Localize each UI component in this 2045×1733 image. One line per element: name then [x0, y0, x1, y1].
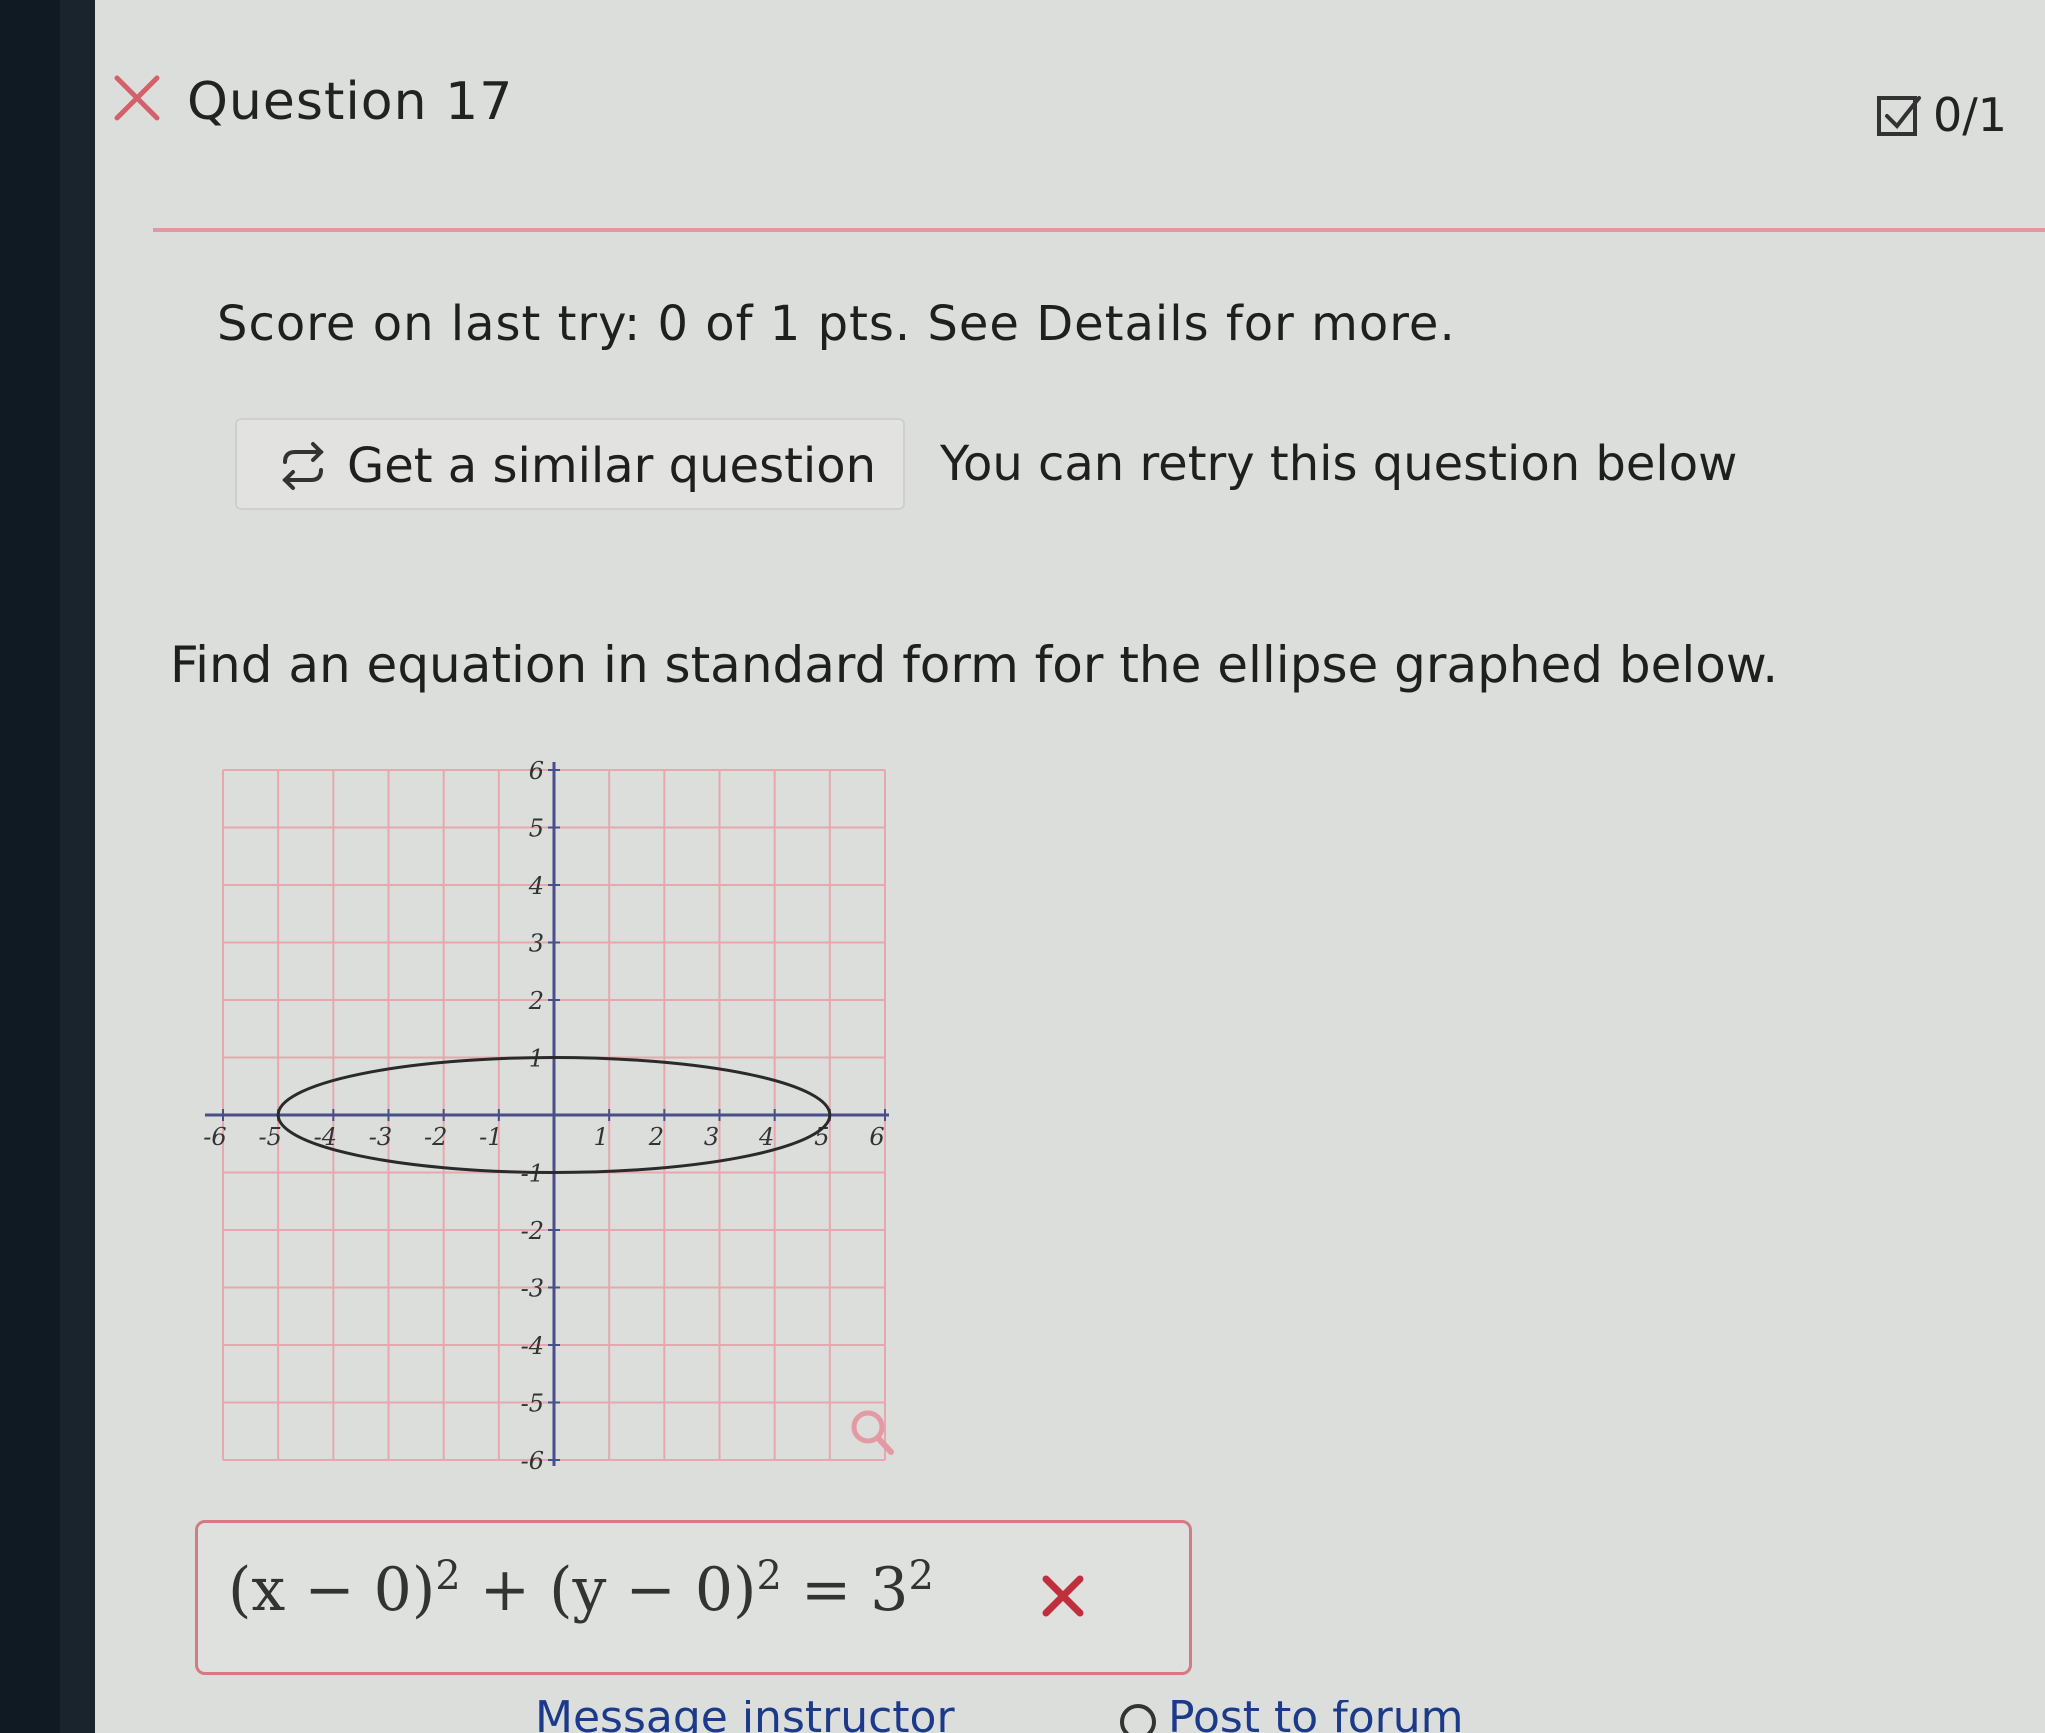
header-divider	[153, 228, 2045, 232]
question-page: Question 17 0/1 Score on last try: 0 of …	[95, 0, 2045, 1733]
x-tick-label: 4	[758, 1123, 774, 1151]
x-tick-label: 3	[704, 1123, 719, 1151]
get-similar-question-button[interactable]: Get a similar question	[235, 418, 905, 510]
answer-part: + (y − 0)	[460, 1555, 757, 1625]
checkbox-icon	[1877, 96, 1921, 136]
ellipse-graph: -6 -5 -4 -3 -2 -1 1 2 3 4 5 6654321-1-2-3-4-5-6	[203, 757, 894, 1475]
forum-icon	[1120, 1704, 1156, 1733]
incorrect-x-icon	[1042, 1575, 1084, 1617]
y-tick-label: 2	[528, 987, 544, 1015]
y-tick-label: 3	[529, 930, 544, 958]
question-score: 0/1	[1875, 88, 2025, 148]
y-tick-label: -2	[521, 1217, 544, 1245]
x-tick-label: -5	[258, 1123, 281, 1151]
x-tick-label: -2	[424, 1123, 447, 1151]
incorrect-x-icon	[114, 75, 160, 121]
answer-part: (x − 0)	[228, 1555, 436, 1625]
y-tick-label: -5	[521, 1390, 544, 1418]
post-to-forum-link[interactable]: Post to forum	[1168, 1700, 1463, 1733]
refresh-icon	[282, 442, 324, 490]
answer-exponent: 2	[435, 1553, 461, 1599]
x-tick-label: 2	[648, 1123, 664, 1151]
y-tick-label: -6	[521, 1447, 544, 1475]
y-tick-label: 4	[528, 872, 544, 900]
screen-edge	[60, 0, 100, 1733]
question-actions: Message instructor Post to forum	[535, 1700, 1635, 1733]
question-prompt: Find an equation in standard form for th…	[170, 636, 1779, 694]
answer-part: = 3	[781, 1555, 909, 1625]
x-tick-label: 1	[594, 1123, 609, 1151]
last-try-score: Score on last try: 0 of 1 pts. See Detai…	[217, 296, 1456, 352]
message-instructor-link[interactable]: Message instructor	[535, 1700, 955, 1733]
answer-exponent: 2	[908, 1553, 934, 1599]
similar-question-label: Get a similar question	[347, 438, 877, 494]
answer-exponent: 2	[756, 1553, 782, 1599]
y-tick-label: 5	[529, 815, 544, 843]
x-tick-label: -3	[369, 1123, 392, 1151]
x-tick-label: -1	[479, 1123, 502, 1151]
score-value: 0/1	[1933, 88, 2008, 142]
question-title: Question 17	[187, 72, 514, 132]
retry-hint: You can retry this question below	[940, 436, 1738, 492]
y-tick-label: -3	[521, 1275, 544, 1303]
answer-input[interactable]: (x − 0)2 + (y − 0)2 = 32	[195, 1520, 1192, 1675]
x-tick-label: -6	[203, 1123, 226, 1151]
y-tick-label: -4	[521, 1332, 544, 1360]
y-tick-label: 6	[529, 757, 544, 785]
question-header: Question 17 0/1	[95, 40, 2045, 175]
answer-expression: (x − 0)2 + (y − 0)2 = 32	[228, 1553, 934, 1625]
graph-axes	[205, 762, 889, 1466]
x-tick-label: 6	[869, 1123, 884, 1151]
